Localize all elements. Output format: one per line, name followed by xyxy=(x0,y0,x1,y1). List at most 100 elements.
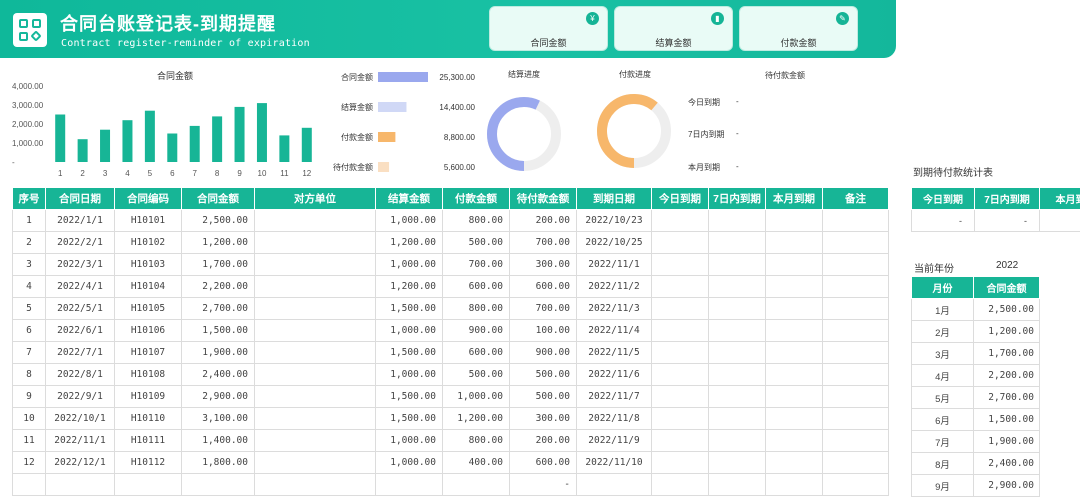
table-cell[interactable] xyxy=(254,451,376,474)
table-cell[interactable]: 500.00 xyxy=(509,385,577,408)
table-cell[interactable]: 2022/11/9 xyxy=(576,429,652,452)
column-header[interactable]: 结算金额 xyxy=(375,187,443,210)
month-amount-cell[interactable]: 2,200.00 xyxy=(973,364,1040,387)
table-cell[interactable] xyxy=(45,473,115,496)
kpi-card-payment-amount[interactable]: ✎ 付款金额 xyxy=(739,6,858,51)
table-cell[interactable]: 1,500.00 xyxy=(181,319,255,342)
table-cell[interactable] xyxy=(822,275,889,298)
table-cell[interactable]: 300.00 xyxy=(509,407,577,430)
table-cell[interactable] xyxy=(576,473,652,496)
month-cell[interactable]: 1月 xyxy=(911,298,974,321)
month-cell[interactable]: 7月 xyxy=(911,430,974,453)
table-cell[interactable] xyxy=(765,209,823,232)
table-cell[interactable] xyxy=(12,473,46,496)
month-row[interactable]: 7月 1,900.00 xyxy=(911,430,1040,453)
table-cell[interactable] xyxy=(708,297,766,320)
table-cell[interactable]: H10105 xyxy=(114,297,182,320)
table-row[interactable]: 12 2022/12/1 H10112 1,800.00 1,000.00 400.00 6… xyxy=(12,451,889,474)
table-cell[interactable]: 600.00 xyxy=(442,275,510,298)
table-cell[interactable]: 2022/11/10 xyxy=(576,451,652,474)
table-cell[interactable] xyxy=(765,407,823,430)
column-header[interactable]: 今日到期 xyxy=(651,187,709,210)
table-row[interactable]: 1 2022/1/1 H10101 2,500.00 1,000.00 800.00 200… xyxy=(12,209,889,232)
table-cell[interactable]: 2022/10/1 xyxy=(45,407,115,430)
table-cell[interactable]: 2022/12/1 xyxy=(45,451,115,474)
table-cell[interactable] xyxy=(765,429,823,452)
table-cell[interactable] xyxy=(765,451,823,474)
table-cell[interactable] xyxy=(651,429,709,452)
table-cell[interactable]: 1,700.00 xyxy=(181,253,255,276)
table-row[interactable]: 2 2022/2/1 H10102 1,200.00 1,200.00 500.00 700… xyxy=(12,231,889,254)
table-cell[interactable]: 1,900.00 xyxy=(181,341,255,364)
table-cell[interactable] xyxy=(254,407,376,430)
table-cell[interactable] xyxy=(708,451,766,474)
month-row[interactable]: 8月 2,400.00 xyxy=(911,452,1040,475)
kpi-card-settlement-amount[interactable]: ▮ 结算金额 xyxy=(614,6,733,51)
table-cell[interactable] xyxy=(822,429,889,452)
table-cell[interactable]: 200.00 xyxy=(509,209,577,232)
table-row[interactable]: 9 2022/9/1 H10109 2,900.00 1,500.00 1,000.00 5… xyxy=(12,385,889,408)
table-cell[interactable]: 2022/11/4 xyxy=(576,319,652,342)
table-cell[interactable] xyxy=(254,429,376,452)
table-cell[interactable]: 1,000.00 xyxy=(375,451,443,474)
table-cell[interactable]: 11 xyxy=(12,429,46,452)
table-cell[interactable] xyxy=(254,363,376,386)
table-row[interactable]: 7 2022/7/1 H10107 1,900.00 1,500.00 600.00 900… xyxy=(12,341,889,364)
table-cell[interactable]: H10106 xyxy=(114,319,182,342)
table-cell[interactable]: 700.00 xyxy=(442,253,510,276)
month-amount-cell[interactable]: 2,400.00 xyxy=(973,452,1040,475)
column-header[interactable]: 待付款金额 xyxy=(509,187,577,210)
table-cell[interactable]: 6 xyxy=(12,319,46,342)
month-cell[interactable]: 2月 xyxy=(911,320,974,343)
table-cell[interactable] xyxy=(651,231,709,254)
table-cell[interactable]: 2022/7/1 xyxy=(45,341,115,364)
table-cell[interactable] xyxy=(651,451,709,474)
table-cell[interactable] xyxy=(708,473,766,496)
due-stats-cell[interactable]: - xyxy=(974,209,1040,232)
table-cell[interactable]: 2022/11/2 xyxy=(576,275,652,298)
table-cell[interactable] xyxy=(765,341,823,364)
table-cell[interactable] xyxy=(254,297,376,320)
table-cell[interactable]: 10 xyxy=(12,407,46,430)
table-cell[interactable]: 500.00 xyxy=(442,231,510,254)
table-cell[interactable] xyxy=(822,297,889,320)
table-cell[interactable]: 1,500.00 xyxy=(375,297,443,320)
table-cell[interactable] xyxy=(254,275,376,298)
table-cell[interactable]: 400.00 xyxy=(442,451,510,474)
table-cell[interactable]: H10107 xyxy=(114,341,182,364)
table-cell[interactable] xyxy=(765,473,823,496)
table-cell[interactable] xyxy=(822,473,889,496)
table-cell[interactable]: 2,700.00 xyxy=(181,297,255,320)
table-cell[interactable]: 600.00 xyxy=(509,275,577,298)
month-row[interactable]: 1月 2,500.00 xyxy=(911,298,1040,321)
table-cell[interactable] xyxy=(651,385,709,408)
month-row[interactable]: 6月 1,500.00 xyxy=(911,408,1040,431)
table-cell[interactable]: 1,000.00 xyxy=(375,429,443,452)
table-cell[interactable] xyxy=(651,253,709,276)
column-header[interactable]: 到期日期 xyxy=(576,187,652,210)
month-amount-cell[interactable]: 2,500.00 xyxy=(973,298,1040,321)
month-amount-cell[interactable]: 2,900.00 xyxy=(973,474,1040,497)
table-row[interactable]: 11 2022/11/1 H10111 1,400.00 1,000.00 800.00 2… xyxy=(12,429,889,452)
table-cell[interactable]: 600.00 xyxy=(509,451,577,474)
table-cell[interactable]: 1,400.00 xyxy=(181,429,255,452)
table-cell[interactable] xyxy=(254,253,376,276)
column-header[interactable]: 付款金额 xyxy=(442,187,510,210)
table-cell[interactable]: 2,400.00 xyxy=(181,363,255,386)
column-header[interactable]: 对方单位 xyxy=(254,187,376,210)
table-cell[interactable] xyxy=(254,209,376,232)
table-cell[interactable]: 700.00 xyxy=(509,231,577,254)
table-cell[interactable] xyxy=(651,363,709,386)
table-cell[interactable]: 200.00 xyxy=(509,429,577,452)
month-cell[interactable]: 5月 xyxy=(911,386,974,409)
table-cell[interactable]: 2022/11/8 xyxy=(576,407,652,430)
table-cell[interactable] xyxy=(651,275,709,298)
table-cell[interactable]: H10112 xyxy=(114,451,182,474)
table-row[interactable]: 5 2022/5/1 H10105 2,700.00 1,500.00 800.00 700… xyxy=(12,297,889,320)
month-cell[interactable]: 3月 xyxy=(911,342,974,365)
table-cell[interactable]: 100.00 xyxy=(509,319,577,342)
column-header[interactable]: 合同编码 xyxy=(114,187,182,210)
table-cell[interactable] xyxy=(765,275,823,298)
table-cell[interactable] xyxy=(765,231,823,254)
table-cell[interactable] xyxy=(254,341,376,364)
